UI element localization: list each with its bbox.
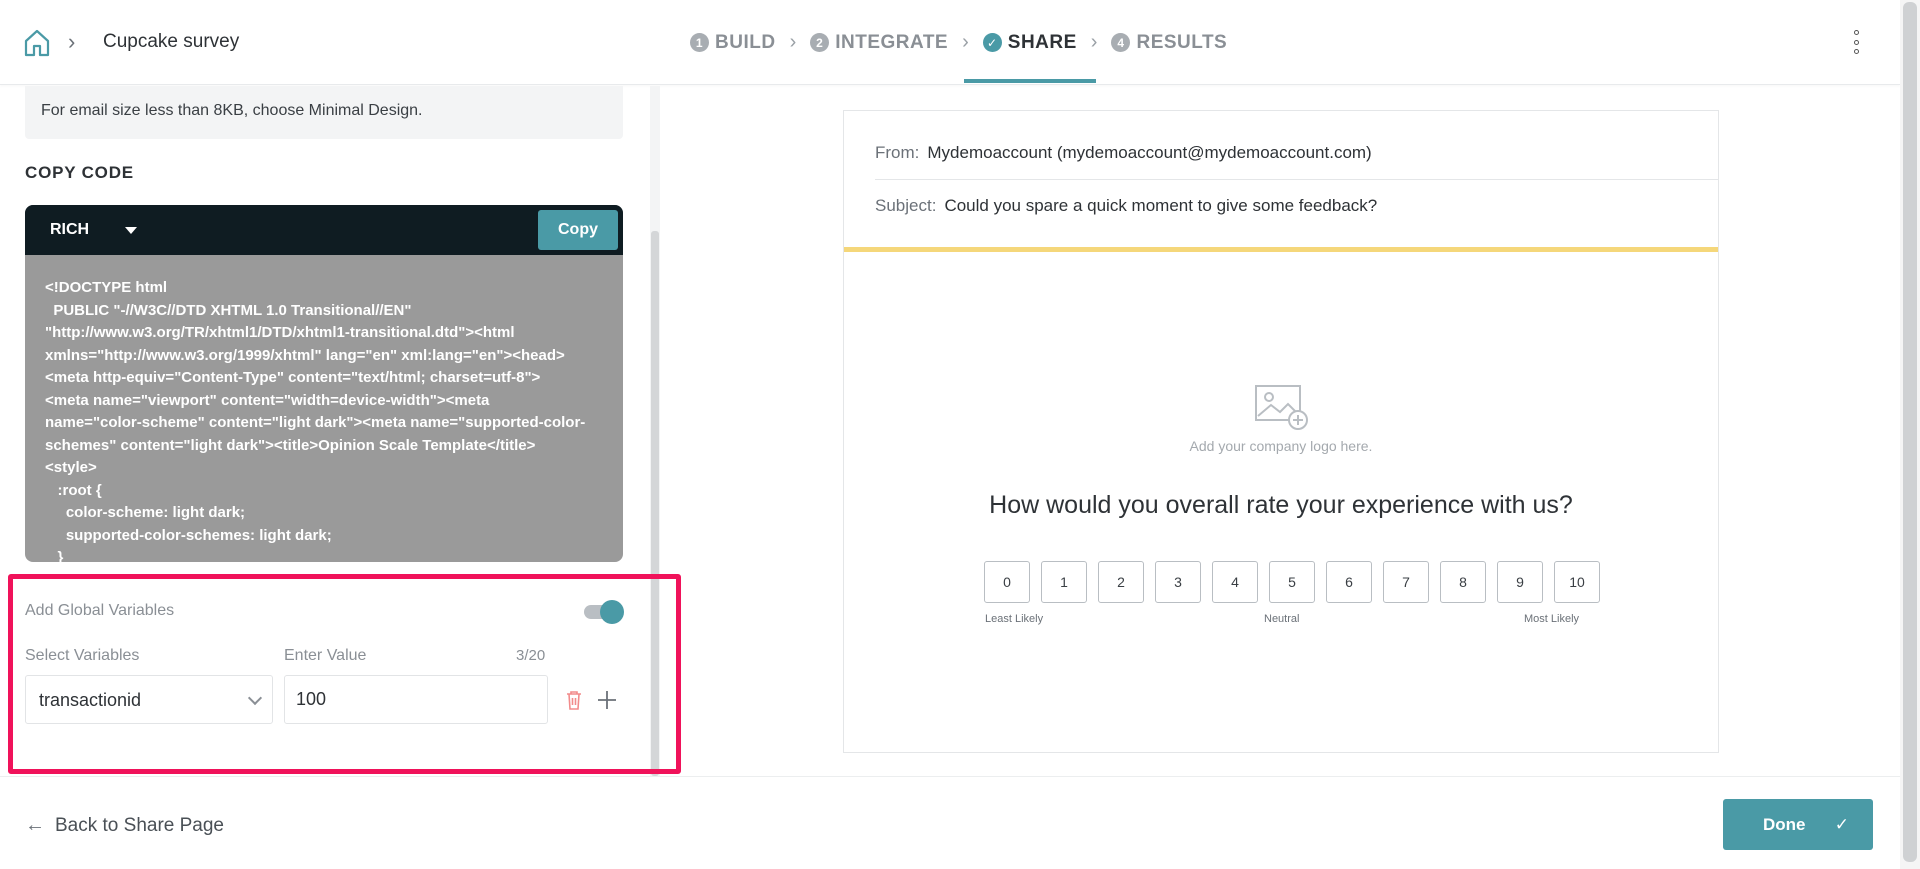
- chevron-down-icon: [247, 690, 263, 706]
- from-line: From: Mydemoaccount (mydemoaccount@mydemo…: [875, 143, 1372, 163]
- check-circle-icon: ✓: [982, 33, 1002, 52]
- scale-label-high: Most Likely: [1524, 613, 1580, 625]
- step-results[interactable]: 4 RESULTS: [1111, 0, 1227, 85]
- global-variables-toggle[interactable]: [584, 600, 624, 624]
- step-number: 4: [1111, 33, 1131, 52]
- more-options-icon[interactable]: [1851, 30, 1861, 54]
- chevron-right-icon: ›: [789, 31, 797, 53]
- char-count: 3/20: [516, 647, 546, 664]
- image-placeholder-icon[interactable]: [1254, 384, 1310, 432]
- section-title: COPY CODE: [25, 163, 134, 182]
- scale-label-mid: Neutral: [1264, 613, 1300, 625]
- step-label: RESULTS: [1136, 31, 1228, 53]
- chevron-right-icon: ›: [962, 31, 969, 53]
- chevron-right-icon: ›: [68, 29, 76, 54]
- survey-title: Cupcake survey: [103, 31, 240, 52]
- scale-option[interactable]: 9: [1497, 561, 1543, 603]
- scale-option[interactable]: 0: [984, 561, 1030, 603]
- top-header: › Cupcake survey 1 BUILD › 2 INTEGRATE ›…: [0, 0, 1900, 85]
- variable-select[interactable]: transactionid: [25, 675, 273, 724]
- selected-variable: transactionid: [39, 690, 142, 710]
- footer: ← Back to Share Page Done ✓: [0, 776, 1900, 869]
- scale-option[interactable]: 4: [1212, 561, 1258, 603]
- subject-key: Subject:: [875, 196, 937, 215]
- step-label: SHARE: [1007, 31, 1077, 53]
- scale-option[interactable]: 2: [1098, 561, 1144, 603]
- back-label: Back to Share Page: [55, 814, 224, 836]
- back-to-share-link[interactable]: ← Back to Share Page: [25, 814, 224, 837]
- email-preview: From: Mydemoaccount (mydemoaccount@mydemo…: [843, 110, 1719, 753]
- step-number: 1: [690, 33, 709, 52]
- step-build[interactable]: 1 BUILD: [690, 0, 776, 85]
- value-input[interactable]: [284, 675, 548, 724]
- accent-bar: [844, 247, 1718, 252]
- scale-label-low: Least Likely: [985, 613, 1044, 625]
- check-icon: ✓: [1834, 814, 1849, 834]
- scale-option[interactable]: 1: [1041, 561, 1087, 603]
- logo-placeholder-text: Add your company logo here.: [1189, 438, 1373, 454]
- code-box: RICH Copy <!DOCTYPE html PUBLIC "-//W3C/…: [25, 205, 623, 562]
- home-icon[interactable]: [22, 28, 52, 58]
- code-snippet[interactable]: <!DOCTYPE html PUBLIC "-//W3C//DTD XHTML…: [25, 255, 623, 562]
- page-scrollbar[interactable]: [1900, 0, 1920, 869]
- scale-option[interactable]: 8: [1440, 561, 1486, 603]
- scale-option[interactable]: 10: [1554, 561, 1600, 603]
- done-label: Done: [1763, 814, 1806, 834]
- survey-question: How would you overall rate your experien…: [989, 491, 1573, 519]
- scale-option[interactable]: 5: [1269, 561, 1315, 603]
- scale-option[interactable]: 3: [1155, 561, 1201, 603]
- chevron-right-icon: ›: [1090, 31, 1098, 53]
- from-value: Mydemoaccount (mydemoaccount@mydemoaccou…: [927, 143, 1372, 162]
- trash-icon[interactable]: [565, 689, 583, 711]
- step-label: INTEGRATE: [835, 31, 949, 53]
- global-variables-label: Add Global Variables: [25, 602, 175, 619]
- page-scrollbar-thumb[interactable]: [1903, 2, 1917, 862]
- code-type-dropdown[interactable]: RICH: [50, 221, 138, 239]
- enter-value-label: Enter Value: [284, 647, 367, 664]
- step-share[interactable]: ✓ SHARE: [963, 0, 1096, 85]
- step-number: 2: [810, 33, 830, 52]
- info-note: For email size less than 8KB, choose Min…: [25, 86, 623, 139]
- code-header: RICH Copy: [25, 205, 623, 255]
- from-key: From:: [875, 143, 920, 162]
- step-navigation: 1 BUILD › 2 INTEGRATE › ✓ SHARE › 4 RESU…: [690, 0, 1227, 85]
- code-type-label: RICH: [50, 221, 90, 238]
- toggle-knob: [600, 600, 624, 624]
- step-integrate[interactable]: 2 INTEGRATE: [810, 0, 948, 85]
- scale-option[interactable]: 7: [1383, 561, 1429, 603]
- subject-line: Subject: Could you spare a quick moment t…: [875, 196, 1377, 216]
- done-button[interactable]: Done ✓: [1723, 799, 1873, 850]
- select-variables-label: Select Variables: [25, 647, 140, 664]
- step-label: BUILD: [715, 31, 776, 53]
- copy-button[interactable]: Copy: [538, 210, 618, 250]
- plus-icon[interactable]: [596, 689, 618, 711]
- subject-value: Could you spare a quick moment to give s…: [944, 196, 1378, 215]
- email-header: From: Mydemoaccount (mydemoaccount@mydemo…: [844, 111, 1718, 249]
- opinion-scale: 0 1 2 3 4 5 6 7 8 9 10: [984, 561, 1600, 603]
- scale-option[interactable]: 6: [1326, 561, 1372, 603]
- divider: [875, 179, 1718, 180]
- caret-down-icon: [125, 226, 138, 234]
- arrow-left-icon: ←: [25, 814, 45, 836]
